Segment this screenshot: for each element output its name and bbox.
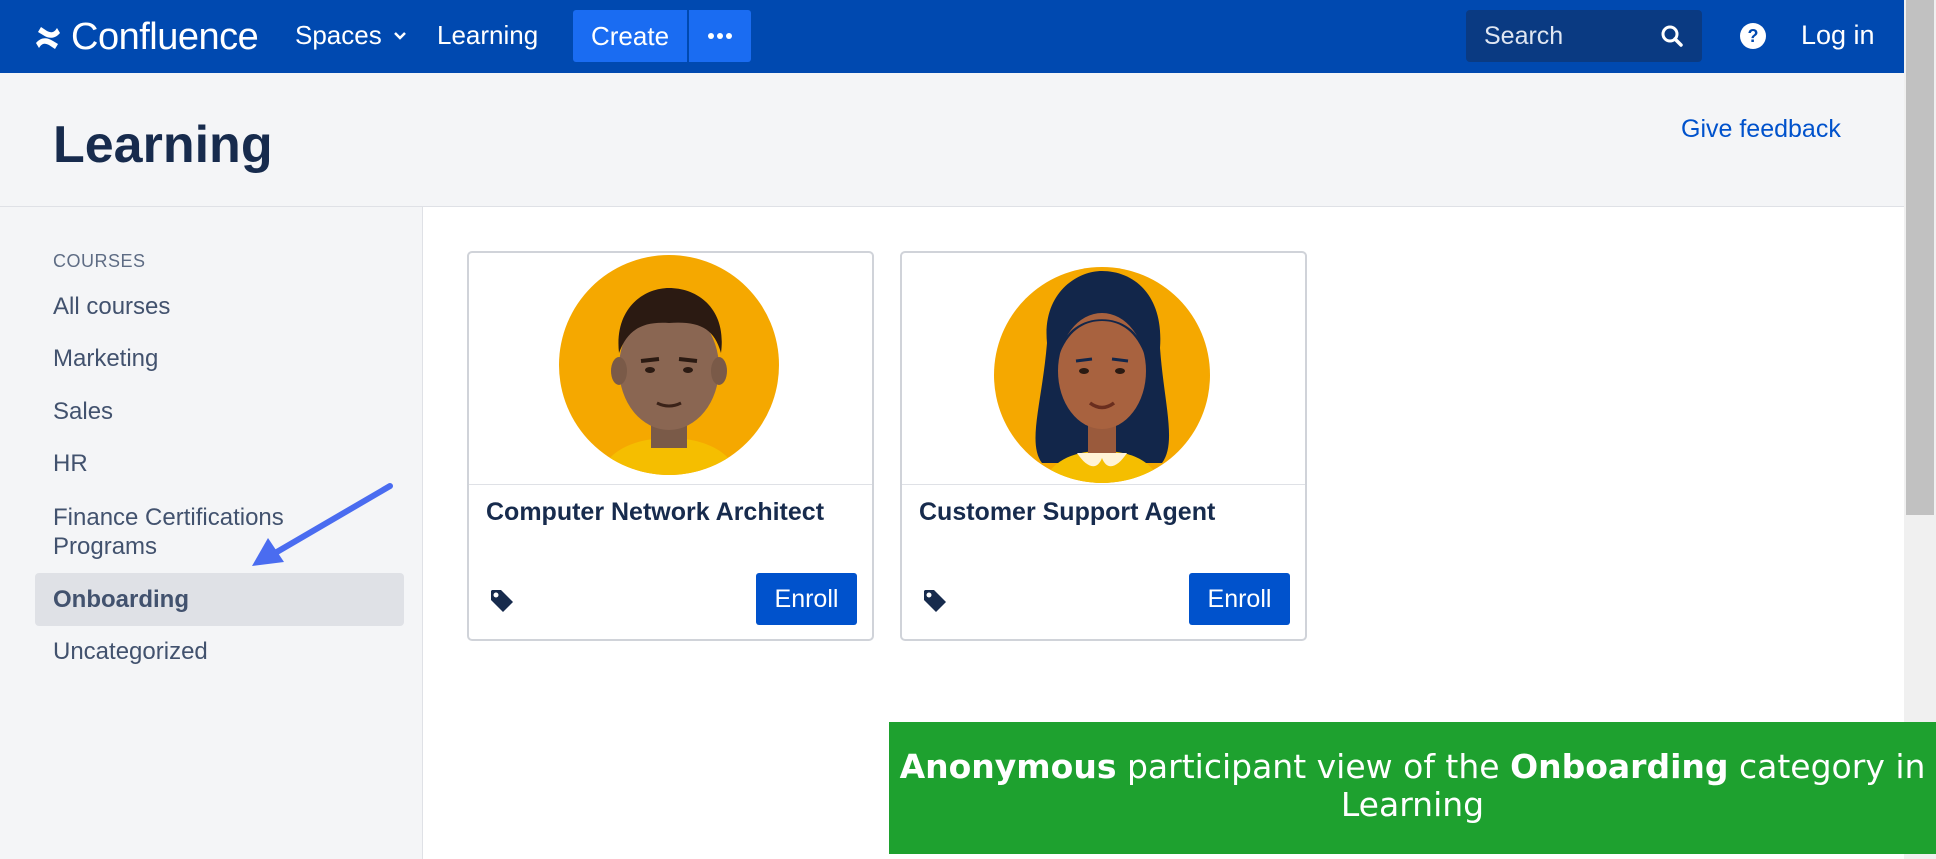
logo-text: Confluence bbox=[71, 16, 259, 58]
confluence-logo[interactable]: Confluence bbox=[33, 16, 259, 59]
sidebar-item-all-courses[interactable]: All courses bbox=[35, 293, 404, 321]
caption-bold-onboarding: Onboarding bbox=[1510, 747, 1729, 786]
spaces-label: Spaces bbox=[295, 20, 382, 50]
learning-nav-link[interactable]: Learning bbox=[437, 20, 538, 51]
sidebar-item-onboarding[interactable]: Onboarding bbox=[35, 573, 404, 626]
confluence-logo-icon bbox=[36, 26, 60, 49]
sidebar-item-uncategorized[interactable]: Uncategorized bbox=[35, 638, 404, 666]
login-link[interactable]: Log in bbox=[1801, 20, 1875, 51]
create-button[interactable]: Create bbox=[573, 10, 688, 62]
page-header: Learning Give feedback bbox=[0, 73, 1904, 207]
sidebar-heading: COURSES bbox=[53, 251, 146, 271]
woman-avatar-icon bbox=[994, 267, 1210, 483]
sidebar-item-marketing[interactable]: Marketing bbox=[35, 345, 404, 373]
course-image bbox=[902, 253, 1305, 485]
course-title[interactable]: Customer Support Agent bbox=[919, 498, 1215, 527]
spaces-menu[interactable]: Spaces bbox=[295, 20, 408, 51]
more-button[interactable] bbox=[689, 10, 752, 62]
enroll-button[interactable]: Enroll bbox=[1189, 573, 1290, 625]
course-card[interactable]: Computer Network Architect Enroll bbox=[467, 251, 874, 641]
chevron-down-icon bbox=[393, 31, 406, 40]
caption-banner: Anonymous participant view of the Onboar… bbox=[889, 722, 1936, 854]
caption-bold-anonymous: Anonymous bbox=[899, 747, 1117, 786]
page-title: Learning bbox=[53, 116, 273, 174]
scrollbar-thumb[interactable] bbox=[1906, 0, 1934, 515]
more-dots-icon bbox=[708, 33, 733, 39]
search-input[interactable] bbox=[1482, 20, 1656, 52]
caption-text: participant view of the bbox=[1116, 747, 1511, 786]
tag-icon bbox=[491, 590, 513, 612]
course-image bbox=[469, 253, 872, 485]
search-box[interactable] bbox=[1466, 10, 1702, 62]
svg-text:?: ? bbox=[1748, 26, 1759, 46]
man-avatar-icon bbox=[559, 255, 779, 475]
course-title[interactable]: Computer Network Architect bbox=[486, 498, 824, 527]
top-navigation-bar: Confluence Spaces Learning Create ? Log … bbox=[0, 0, 1904, 73]
search-icon[interactable] bbox=[1660, 24, 1684, 48]
annotation-arrow bbox=[252, 483, 393, 566]
create-button-group: Create bbox=[573, 10, 752, 62]
sidebar-item-hr[interactable]: HR bbox=[35, 450, 404, 478]
help-icon[interactable]: ? bbox=[1739, 22, 1767, 50]
enroll-button[interactable]: Enroll bbox=[756, 573, 857, 625]
sidebar-item-sales[interactable]: Sales bbox=[35, 398, 404, 426]
course-card[interactable]: Customer Support Agent Enroll bbox=[900, 251, 1307, 641]
tag-icon bbox=[924, 590, 946, 612]
give-feedback-link[interactable]: Give feedback bbox=[1681, 115, 1841, 144]
